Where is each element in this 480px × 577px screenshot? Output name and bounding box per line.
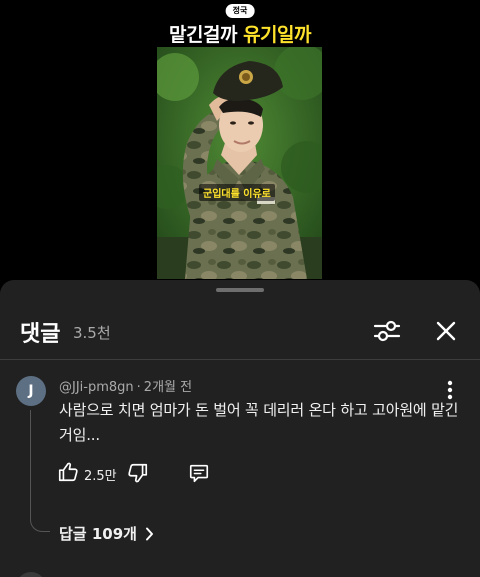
next-comment-avatar[interactable] [16,572,46,577]
thumb-down-icon [128,463,148,483]
more-vert-icon [447,380,453,400]
comment-text: 사람으로 치면 엄마가 돈 벌어 꼭 데리러 온다 하고 고아원에 맡긴거임..… [59,401,459,444]
comment-meta: @JJi-pm8gn · 2개월 전 [59,376,192,395]
dislike-button[interactable] [127,462,149,484]
headline-yellow-text: 유기일까 [243,24,311,46]
headline-white-text: 맡긴걸까 [169,24,244,46]
replies-label: 답글 109개 [59,525,137,543]
drag-handle[interactable] [216,288,264,292]
video-player[interactable]: 정국 맡긴걸까 유기일까 군입대를 이유로 [0,0,480,282]
comment-author[interactable]: @JJi-pm8gn [59,380,134,395]
video-headline: 맡긴걸까 유기일까 [0,20,480,47]
comments-sheet: 댓글 3.5천 J @JJi-pm8gn · 2개월 전 사람으로 치면 엄마가 돈… [0,280,480,577]
like-button[interactable] [57,461,79,483]
header-divider [0,359,480,360]
thread-connector [30,410,50,532]
view-replies-link[interactable]: 답글 109개 [59,523,154,544]
comments-title: 댓글 [20,322,61,347]
video-thumbnail: 군입대를 이유로 [157,47,322,279]
video-caption: 군입대를 이유로 [199,184,275,201]
close-icon [436,321,456,341]
thumb-up-icon [58,462,78,482]
comment-time: 2개월 전 [143,380,193,395]
comments-count: 3.5천 [73,324,111,342]
soldier-saluting-image [157,47,322,279]
tune-icon [373,320,401,342]
comment-icon [189,464,209,483]
like-count: 2.5만 [84,469,117,484]
close-button[interactable] [430,316,462,346]
chevron-right-icon [145,527,153,540]
video-tag-chip: 정국 [225,4,255,18]
reply-button[interactable] [187,462,211,484]
sort-filter-button[interactable] [370,316,404,346]
meta-separator: · [136,380,141,395]
avatar[interactable]: J [16,376,46,406]
